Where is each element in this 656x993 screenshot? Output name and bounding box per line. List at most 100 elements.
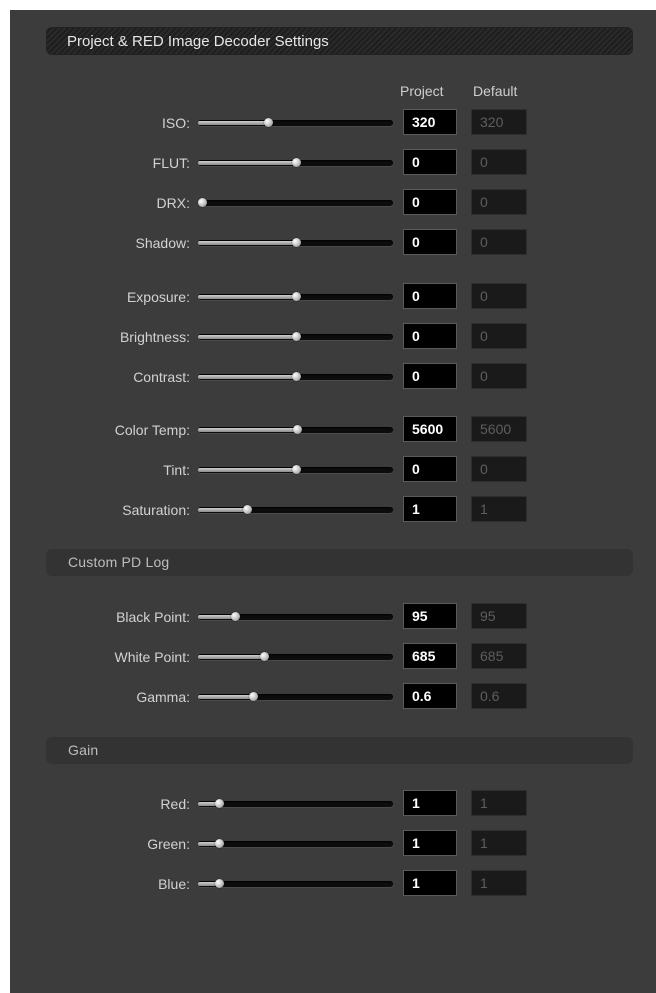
setting-label: Blue:: [158, 876, 190, 892]
iso-slider[interactable]: [198, 118, 393, 127]
slider-knob[interactable]: [291, 292, 301, 301]
setting-label: Black Point:: [116, 609, 190, 625]
setting-label: White Point:: [114, 649, 190, 665]
setting-row-color-temp: Color Temp:: [10, 416, 656, 444]
setting-row-iso: ISO:: [10, 109, 656, 137]
slider-knob[interactable]: [231, 612, 241, 621]
black-point-project-field[interactable]: [403, 603, 457, 629]
setting-label: Brightness:: [119, 329, 190, 345]
flut-slider[interactable]: [198, 158, 393, 167]
section-title: Gain: [68, 742, 99, 758]
white-point-slider[interactable]: [198, 652, 393, 661]
slider-knob[interactable]: [248, 692, 258, 701]
tint-default-field: [471, 456, 527, 482]
setting-label: DRX:: [156, 195, 190, 211]
setting-label: FLUT:: [152, 155, 190, 171]
color-temp-project-field[interactable]: [403, 416, 457, 442]
section-title: Project & RED Image Decoder Settings: [67, 33, 329, 50]
contrast-project-field[interactable]: [403, 363, 457, 389]
blue-slider[interactable]: [198, 879, 393, 888]
slider-knob[interactable]: [264, 118, 274, 127]
brightness-project-field[interactable]: [403, 323, 457, 349]
setting-row-brightness: Brightness:: [10, 323, 656, 351]
slider-knob[interactable]: [197, 198, 207, 207]
slider-knob[interactable]: [291, 465, 301, 474]
green-default-field: [471, 830, 527, 856]
gamma-project-field[interactable]: [403, 683, 457, 709]
slider-knob[interactable]: [293, 425, 303, 434]
slider-knob[interactable]: [291, 238, 301, 247]
settings-panel: Project & RED Image Decoder Settings Pro…: [10, 10, 656, 993]
tint-slider[interactable]: [198, 465, 393, 474]
red-project-field[interactable]: [403, 790, 457, 816]
drx-project-field[interactable]: [403, 189, 457, 215]
white-point-project-field[interactable]: [403, 643, 457, 669]
drx-default-field: [471, 189, 527, 215]
setting-row-contrast: Contrast:: [10, 363, 656, 391]
slider-knob[interactable]: [215, 839, 225, 848]
setting-label: Saturation:: [122, 502, 190, 518]
gamma-slider[interactable]: [198, 692, 393, 701]
contrast-default-field: [471, 363, 527, 389]
exposure-project-field[interactable]: [403, 283, 457, 309]
setting-row-flut: FLUT:: [10, 149, 656, 177]
setting-row-shadow: Shadow:: [10, 229, 656, 257]
setting-label: Contrast:: [133, 369, 190, 385]
shadow-default-field: [471, 229, 527, 255]
saturation-project-field[interactable]: [403, 496, 457, 522]
section-header-decoder-settings: Project & RED Image Decoder Settings: [46, 27, 633, 55]
section-title: Custom PD Log: [68, 554, 170, 570]
iso-default-field: [471, 109, 527, 135]
contrast-slider[interactable]: [198, 372, 393, 381]
slider-knob[interactable]: [291, 372, 301, 381]
color-temp-slider[interactable]: [198, 425, 393, 434]
saturation-slider[interactable]: [198, 505, 393, 514]
setting-row-blue: Blue:: [10, 870, 656, 898]
setting-row-drx: DRX:: [10, 189, 656, 217]
slider-knob[interactable]: [242, 505, 252, 514]
iso-project-field[interactable]: [403, 109, 457, 135]
setting-label: Gamma:: [136, 689, 190, 705]
setting-row-tint: Tint:: [10, 456, 656, 484]
slider-knob[interactable]: [291, 332, 301, 341]
green-project-field[interactable]: [403, 830, 457, 856]
exposure-default-field: [471, 283, 527, 309]
column-header-default: Default: [473, 83, 518, 99]
green-slider[interactable]: [198, 839, 393, 848]
setting-label: Exposure:: [126, 289, 190, 305]
red-slider[interactable]: [198, 799, 393, 808]
setting-row-gamma: Gamma:: [10, 683, 656, 711]
drx-slider[interactable]: [197, 198, 393, 207]
column-header-project: Project: [400, 83, 444, 99]
exposure-slider[interactable]: [198, 292, 393, 301]
setting-row-red: Red:: [10, 790, 656, 818]
setting-label: Red:: [160, 796, 190, 812]
slider-knob[interactable]: [291, 158, 301, 167]
section-header-gain: Gain: [46, 737, 633, 764]
brightness-default-field: [471, 323, 527, 349]
black-point-default-field: [471, 603, 527, 629]
setting-row-black-point: Black Point:: [10, 603, 656, 631]
blue-default-field: [471, 870, 527, 896]
brightness-slider[interactable]: [198, 332, 393, 341]
setting-label: Shadow:: [135, 235, 190, 251]
saturation-default-field: [471, 496, 527, 522]
slider-knob[interactable]: [215, 879, 225, 888]
tint-project-field[interactable]: [403, 456, 457, 482]
blue-project-field[interactable]: [403, 870, 457, 896]
shadow-slider[interactable]: [198, 238, 393, 247]
color-temp-default-field: [471, 416, 527, 442]
gamma-default-field: [471, 683, 527, 709]
section-header-custom-pd-log: Custom PD Log: [46, 549, 633, 576]
flut-project-field[interactable]: [403, 149, 457, 175]
setting-label: ISO:: [161, 115, 190, 131]
setting-row-white-point: White Point:: [10, 643, 656, 671]
shadow-project-field[interactable]: [403, 229, 457, 255]
black-point-slider[interactable]: [198, 612, 393, 621]
red-default-field: [471, 790, 527, 816]
setting-row-exposure: Exposure:: [10, 283, 656, 311]
flut-default-field: [471, 149, 527, 175]
slider-knob[interactable]: [260, 652, 270, 661]
slider-knob[interactable]: [215, 799, 225, 808]
setting-label: Color Temp:: [114, 422, 190, 438]
